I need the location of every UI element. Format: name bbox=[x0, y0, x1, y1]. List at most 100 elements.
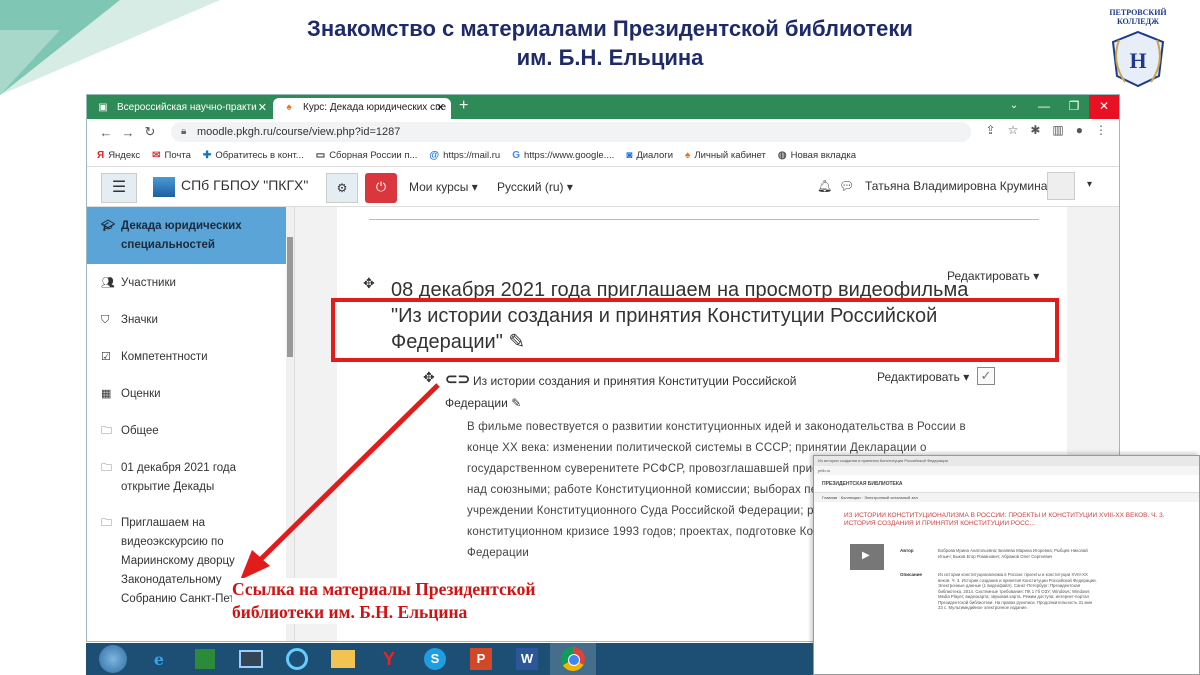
drawer-toggle-button[interactable]: ☰ bbox=[101, 173, 137, 203]
profile-icon[interactable]: ● bbox=[1076, 123, 1083, 137]
skype-icon: S bbox=[424, 648, 446, 670]
bookmark-support[interactable]: ✚ Обратитесь в конт... bbox=[203, 150, 304, 161]
bookmark-video[interactable]: ▭ Сборная России п... bbox=[316, 150, 418, 161]
avatar[interactable] bbox=[1047, 172, 1075, 200]
taskbar-yandex[interactable]: Y bbox=[366, 643, 412, 675]
inset-author-text: Боброва Ирина Анатольевна; Бизяева Марин… bbox=[938, 548, 1088, 559]
bookmark-mail[interactable]: ✉ Почта bbox=[152, 150, 191, 161]
inset-tab: Из истории создания и принятия Конституц… bbox=[814, 456, 1199, 466]
move-activity-icon[interactable]: ✥ bbox=[423, 369, 435, 386]
sidebar-item-participants[interactable]: 👥︎ Участники bbox=[87, 264, 294, 301]
forward-icon[interactable]: → bbox=[117, 125, 139, 140]
bookmark-yandex[interactable]: Я Яндекс bbox=[97, 150, 140, 161]
bookmark-label: Новая вкладка bbox=[790, 150, 857, 161]
activity-link[interactable]: Из истории создания и принятия Конституц… bbox=[445, 370, 825, 414]
sidebar-item-badges[interactable]: ⛉ Значки bbox=[87, 301, 294, 338]
sidebar-item-section-opening[interactable]: 🗀 01 декабря 2021 года открытие Декады bbox=[87, 449, 294, 504]
settings-gear-button[interactable]: ⚙ bbox=[326, 173, 358, 203]
edit-mode-power-button[interactable]: ⏻ bbox=[365, 173, 397, 203]
folder-icon: 🗀 bbox=[101, 462, 112, 474]
tab-bar: ▣ Всероссийская научно-практи ✕ ♠ Курс: … bbox=[87, 95, 1119, 119]
back-icon[interactable]: ← bbox=[95, 125, 117, 140]
close-tab-icon[interactable]: ✕ bbox=[258, 101, 267, 114]
powerpoint-icon: P bbox=[470, 648, 492, 670]
site-name[interactable]: СПб ГБПОУ "ПКГХ" bbox=[181, 177, 308, 193]
mail-icon: ✉ bbox=[152, 150, 161, 161]
activity-edit-menu[interactable]: Редактировать ▾ bbox=[877, 370, 969, 384]
new-tab-button[interactable]: + bbox=[459, 97, 468, 115]
bookmark-cabinet[interactable]: ♠ Личный кабинет bbox=[685, 150, 766, 161]
user-name[interactable]: Татьяна Владимировна Крумина bbox=[865, 179, 1047, 193]
mailru-icon: @ bbox=[429, 150, 440, 161]
close-window-button[interactable]: ✕ bbox=[1089, 95, 1119, 119]
section-edit-menu[interactable]: Редактировать ▾ bbox=[947, 269, 1039, 283]
bookmark-google[interactable]: Ghttps://www.google.... bbox=[512, 150, 614, 161]
sidebar-item-label: Участники bbox=[121, 277, 176, 289]
star-icon[interactable]: ☆ bbox=[1008, 123, 1019, 137]
url-field[interactable]: 🔒︎ moodle.pkgh.ru/course/view.php?id=128… bbox=[171, 122, 971, 142]
college-emblem-icon: Н bbox=[1111, 30, 1165, 88]
library-page-screenshot: Из истории создания и принятия Конституц… bbox=[813, 455, 1200, 675]
browser-tab-1[interactable]: ▣ Всероссийская научно-практи ✕ bbox=[87, 98, 273, 119]
bookmark-dialogs[interactable]: ◙ Диалоги bbox=[626, 150, 673, 161]
bookmark-label: Обратитесь в конт... bbox=[215, 150, 304, 161]
sidebar-item-course[interactable]: 🎓︎ Декада юридических специальностей bbox=[87, 207, 294, 264]
chevron-down-icon[interactable]: ▾ bbox=[1087, 179, 1092, 190]
my-courses-label: Мои курсы bbox=[409, 180, 469, 194]
chat-icon: ◙ bbox=[626, 150, 633, 161]
completion-checkbox[interactable]: ✓ bbox=[977, 367, 995, 385]
store-icon bbox=[195, 649, 215, 669]
close-tab-icon[interactable]: ✕ bbox=[436, 101, 445, 114]
bookmark-newtab[interactable]: ◍ Новая вкладка bbox=[778, 150, 856, 161]
table-icon: ▦ bbox=[101, 388, 112, 400]
restore-button[interactable]: ❐ bbox=[1059, 95, 1089, 119]
site-logo[interactable] bbox=[153, 177, 175, 197]
taskbar-skype[interactable]: S bbox=[412, 643, 458, 675]
taskbar-explorer[interactable] bbox=[320, 643, 366, 675]
share-icon[interactable]: ⇪ bbox=[986, 123, 996, 137]
language-menu[interactable]: Русский (ru) ▾ bbox=[497, 180, 573, 194]
edit-label: Редактировать bbox=[947, 269, 1030, 283]
my-courses-menu[interactable]: Мои курсы ▾ bbox=[409, 180, 478, 194]
browser-tab-2[interactable]: ♠ Курс: Декада юридических спе ✕ bbox=[273, 98, 451, 119]
video-thumbnail-icon bbox=[850, 544, 884, 570]
menu-kebab-icon[interactable]: ⋮ bbox=[1095, 123, 1107, 137]
taskbar-powerpoint[interactable]: P bbox=[458, 643, 504, 675]
bookmarks-bar: Я Яндекс ✉ Почта ✚ Обратитесь в конт... ▭ Сб… bbox=[87, 145, 1119, 167]
inset-title: ИЗ ИСТОРИИ КОНСТИТУЦИОНАЛИЗМА В РОССИИ: … bbox=[844, 512, 1165, 527]
bookmark-label: Сборная России п... bbox=[329, 150, 418, 161]
taskbar-store[interactable] bbox=[182, 643, 228, 675]
internet-explorer-icon: e bbox=[153, 649, 165, 669]
sidebar-item-grades[interactable]: ▦ Оценки bbox=[87, 375, 294, 412]
windows-taskbar: e Y S P W bbox=[86, 643, 813, 675]
browser-tab-label: Курс: Декада юридических спе bbox=[303, 102, 447, 113]
pencil-icon[interactable]: ✎ bbox=[511, 396, 521, 410]
inset-address: prlib.ru bbox=[814, 466, 1199, 475]
extensions-icon[interactable]: ✱ bbox=[1030, 123, 1040, 137]
messages-icon[interactable]: 💬︎ bbox=[839, 179, 854, 193]
bell-icon[interactable]: 🔔︎ bbox=[817, 179, 832, 193]
bookmark-label: Диалоги bbox=[636, 150, 674, 161]
logo-text-top: ПЕТРОВСКИЙ bbox=[1109, 8, 1167, 17]
start-button[interactable] bbox=[90, 643, 136, 675]
taskbar-word[interactable]: W bbox=[504, 643, 550, 675]
minimize-button[interactable]: — bbox=[1029, 95, 1059, 119]
taskbar-ie[interactable]: e bbox=[136, 643, 182, 675]
bookmark-label: Почта bbox=[164, 150, 191, 161]
bookmark-mailru[interactable]: @ https://mail.ru bbox=[429, 150, 500, 161]
sidepanel-icon[interactable]: ▥ bbox=[1052, 123, 1063, 137]
tab-search-icon[interactable]: ⌄ bbox=[999, 95, 1029, 119]
taskbar-sync[interactable] bbox=[274, 643, 320, 675]
sidebar-item-general[interactable]: 🗀 Общее bbox=[87, 412, 294, 449]
sidebar-scrollbar[interactable] bbox=[286, 207, 294, 641]
taskbar-chrome[interactable] bbox=[550, 643, 596, 675]
move-section-icon[interactable]: ✥ bbox=[363, 275, 375, 292]
annotation-text: Ссылка на материалы Президентской библио… bbox=[232, 578, 652, 624]
reload-icon[interactable]: ↻ bbox=[139, 124, 161, 140]
sidebar-item-competencies[interactable]: ☑ Компетентности bbox=[87, 338, 294, 375]
taskbar-monitor[interactable] bbox=[228, 643, 274, 675]
checkbox-icon: ☑ bbox=[101, 351, 111, 363]
slide-title: Знакомство с материалами Президентской б… bbox=[200, 14, 1020, 72]
edit-label: Редактировать bbox=[877, 370, 960, 384]
globe-icon: ◍ bbox=[777, 150, 787, 161]
